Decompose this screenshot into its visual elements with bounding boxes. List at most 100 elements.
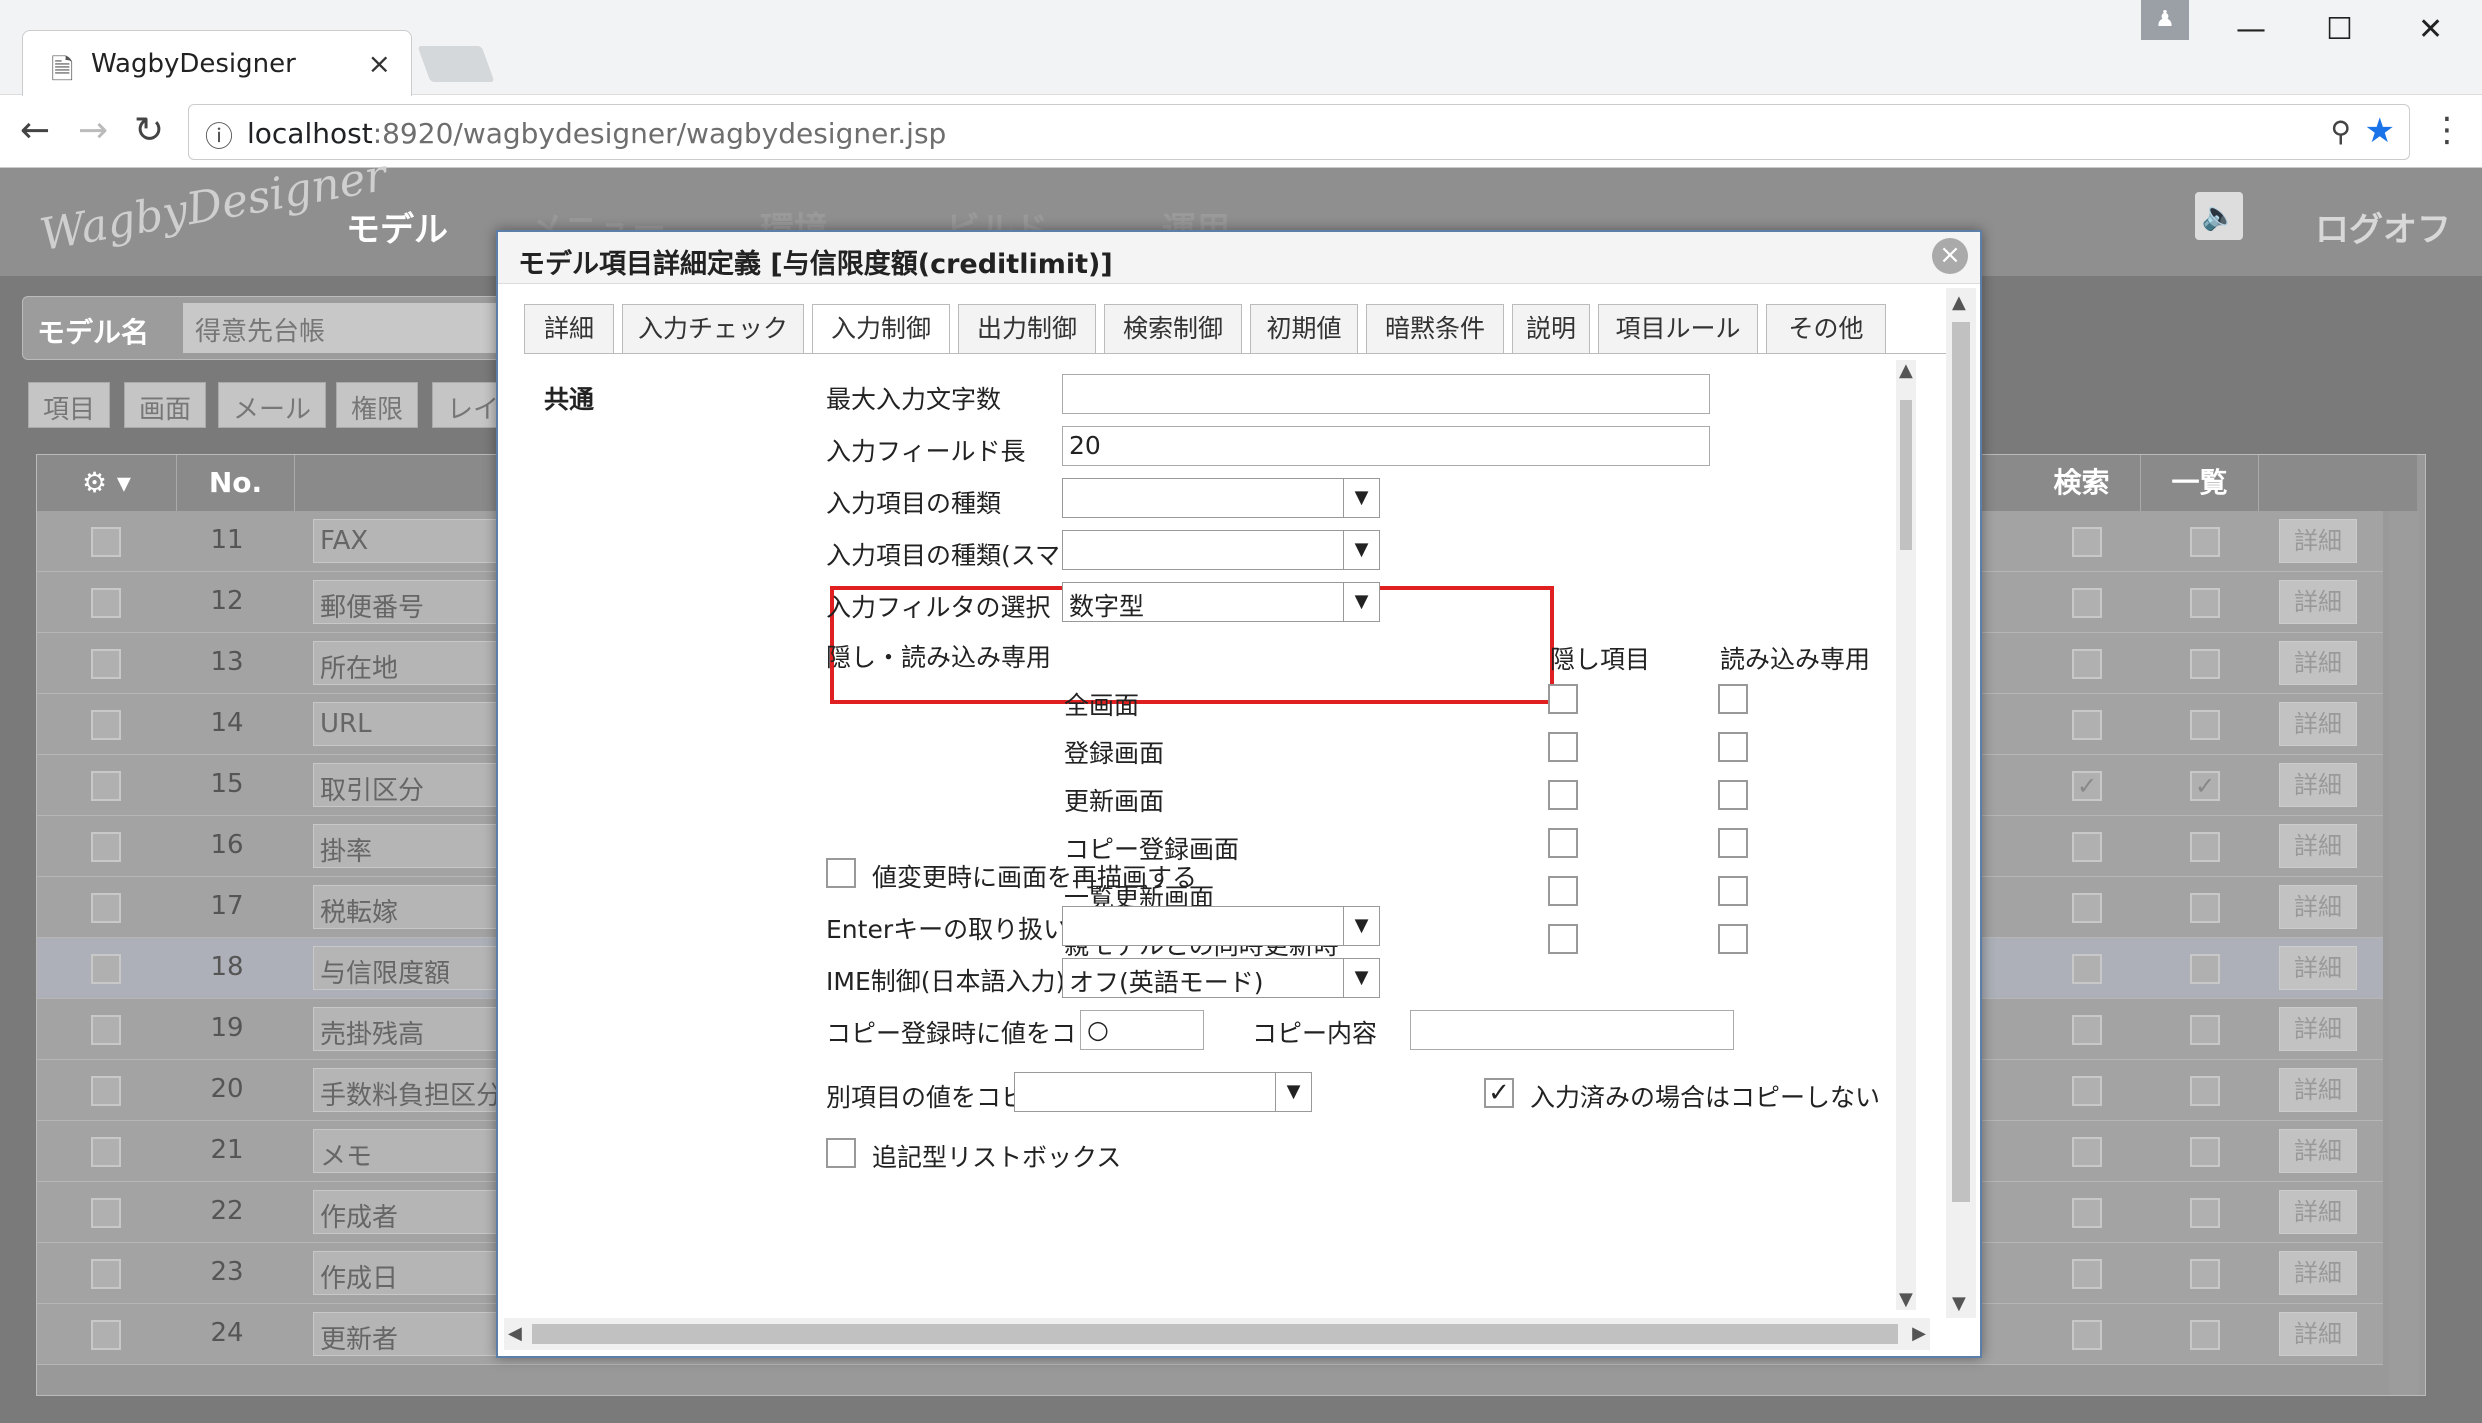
row-name-input[interactable]: 作成者 — [313, 1190, 523, 1234]
row-name-input[interactable]: 作成日 — [313, 1251, 523, 1295]
row-search-checkbox[interactable] — [2072, 527, 2102, 557]
redraw-on-change-checkbox[interactable] — [826, 858, 856, 888]
row-detail-button[interactable]: 詳細 — [2279, 1129, 2357, 1173]
row-detail-button[interactable]: 詳細 — [2279, 1251, 2357, 1295]
tab-input-control[interactable]: 入力制御 — [812, 304, 950, 356]
row-select-checkbox[interactable] — [91, 588, 121, 618]
row-search-checkbox[interactable] — [2072, 1015, 2102, 1045]
forward-icon[interactable]: → — [78, 110, 108, 151]
row-select-checkbox[interactable] — [91, 649, 121, 679]
bookmark-star-icon[interactable]: ★ — [2365, 111, 2395, 151]
row-list-checkbox[interactable] — [2190, 1137, 2220, 1167]
readonly-checkbox[interactable] — [1718, 780, 1748, 810]
new-tab-button[interactable] — [417, 46, 495, 82]
row-list-checkbox[interactable] — [2190, 649, 2220, 679]
row-detail-button[interactable]: 詳細 — [2279, 702, 2357, 746]
row-list-checkbox[interactable] — [2190, 954, 2220, 984]
dialog-scrollbar[interactable]: ▲ ▼ — [1946, 288, 1976, 1318]
hidden-checkbox[interactable] — [1548, 732, 1578, 762]
row-detail-button[interactable]: 詳細 — [2279, 519, 2357, 563]
row-select-checkbox[interactable] — [91, 1015, 121, 1045]
copy-from-other-select[interactable]: ▼ — [1014, 1072, 1312, 1112]
row-select-checkbox[interactable] — [91, 527, 121, 557]
row-search-checkbox[interactable] — [2072, 1137, 2102, 1167]
ime-select[interactable]: オフ(英語モード) ▼ — [1062, 958, 1380, 998]
row-select-checkbox[interactable] — [91, 1137, 121, 1167]
row-search-checkbox[interactable] — [2072, 954, 2102, 984]
row-name-input[interactable]: 取引区分 — [313, 763, 523, 807]
row-search-checkbox[interactable] — [2072, 1259, 2102, 1289]
row-select-checkbox[interactable] — [91, 1320, 121, 1350]
row-search-checkbox[interactable] — [2072, 832, 2102, 862]
minimize-icon[interactable]: — — [2236, 12, 2266, 47]
row-name-input[interactable]: FAX — [313, 519, 523, 563]
input-filter-select[interactable]: 数字型 ▼ — [1062, 582, 1380, 622]
panel-scroll-thumb[interactable] — [1900, 400, 1912, 550]
info-icon[interactable]: ⓘ — [205, 115, 233, 155]
row-list-checkbox[interactable] — [2190, 893, 2220, 923]
scroll-down-icon[interactable]: ▼ — [1952, 1293, 1966, 1314]
row-detail-button[interactable]: 詳細 — [2279, 1068, 2357, 1112]
logoff-link[interactable]: ログオフ — [2315, 202, 2451, 251]
row-select-checkbox[interactable] — [91, 893, 121, 923]
tab-other[interactable]: その他 — [1766, 304, 1886, 354]
row-list-checkbox[interactable] — [2190, 710, 2220, 740]
subtab-mail[interactable]: メール — [218, 382, 327, 428]
input-field-length-input[interactable]: 20 — [1062, 426, 1710, 466]
row-detail-button[interactable]: 詳細 — [2279, 763, 2357, 807]
tab-detail[interactable]: 詳細 — [524, 304, 614, 354]
scroll-up-icon[interactable]: ▲ — [1899, 360, 1913, 381]
readonly-checkbox[interactable] — [1718, 732, 1748, 762]
row-name-input[interactable]: 更新者 — [313, 1312, 523, 1356]
tab-output-control[interactable]: 出力制御 — [958, 304, 1096, 354]
max-input-chars-input[interactable] — [1062, 374, 1710, 414]
dialog-close-icon[interactable]: × — [1932, 238, 1968, 274]
scroll-up-icon[interactable]: ▲ — [1952, 292, 1966, 313]
row-search-checkbox[interactable] — [2072, 893, 2102, 923]
tab-initial-value[interactable]: 初期値 — [1250, 304, 1358, 354]
tab-description[interactable]: 説明 — [1512, 304, 1590, 354]
hidden-checkbox[interactable] — [1548, 684, 1578, 714]
row-search-checkbox[interactable] — [2072, 1320, 2102, 1350]
scroll-down-icon[interactable]: ▼ — [1899, 1289, 1913, 1310]
readonly-checkbox[interactable] — [1718, 828, 1748, 858]
row-search-checkbox[interactable] — [2072, 1076, 2102, 1106]
subtab-permission[interactable]: 権限 — [336, 382, 419, 428]
tab-input-check[interactable]: 入力チェック — [622, 304, 804, 354]
row-list-checkbox[interactable] — [2190, 588, 2220, 618]
scroll-left-icon[interactable]: ◀ — [508, 1323, 522, 1344]
row-name-input[interactable]: 郵便番号 — [313, 580, 523, 624]
row-name-input[interactable]: 売掛残高 — [313, 1007, 523, 1051]
copy-on-copyreg-input[interactable]: ○ — [1080, 1010, 1204, 1050]
row-detail-button[interactable]: 詳細 — [2279, 824, 2357, 868]
row-list-checkbox[interactable]: ✓ — [2190, 771, 2220, 801]
row-detail-button[interactable]: 詳細 — [2279, 641, 2357, 685]
row-search-checkbox[interactable] — [2072, 649, 2102, 679]
row-detail-button[interactable]: 詳細 — [2279, 885, 2357, 929]
row-search-checkbox[interactable] — [2072, 710, 2102, 740]
dialog-hscrollbar[interactable]: ◀ ▶ — [504, 1318, 1930, 1350]
browser-tab[interactable]: 🗎 WagbyDesigner × — [22, 30, 412, 96]
row-list-checkbox[interactable] — [2190, 1259, 2220, 1289]
row-detail-button[interactable]: 詳細 — [2279, 580, 2357, 624]
nav-model[interactable]: モデル — [346, 202, 448, 251]
tab-implicit-condition[interactable]: 暗黙条件 — [1366, 304, 1504, 354]
append-listbox-checkbox[interactable] — [826, 1138, 856, 1168]
row-list-checkbox[interactable] — [2190, 832, 2220, 862]
dialog-scroll-thumb[interactable] — [1952, 322, 1970, 1202]
model-name-input[interactable]: 得意先台帳 — [183, 303, 503, 353]
grid-scrollbar[interactable] — [2389, 511, 2419, 1395]
subtab-screen[interactable]: 画面 — [124, 382, 207, 428]
tab-search-control[interactable]: 検索制御 — [1104, 304, 1242, 354]
row-select-checkbox[interactable] — [91, 1076, 121, 1106]
row-name-input[interactable]: 与信限度額 — [313, 946, 523, 990]
subtab-items[interactable]: 項目 — [28, 382, 111, 428]
browser-menu-icon[interactable]: ⋮ — [2430, 110, 2464, 150]
row-detail-button[interactable]: 詳細 — [2279, 1007, 2357, 1051]
row-search-checkbox[interactable]: ✓ — [2072, 771, 2102, 801]
row-select-checkbox[interactable] — [91, 771, 121, 801]
row-select-checkbox[interactable] — [91, 1198, 121, 1228]
speaker-icon[interactable]: 🔈 — [2195, 192, 2243, 240]
row-name-input[interactable]: 手数料負担区分 — [313, 1068, 523, 1112]
readonly-checkbox[interactable] — [1718, 924, 1748, 954]
